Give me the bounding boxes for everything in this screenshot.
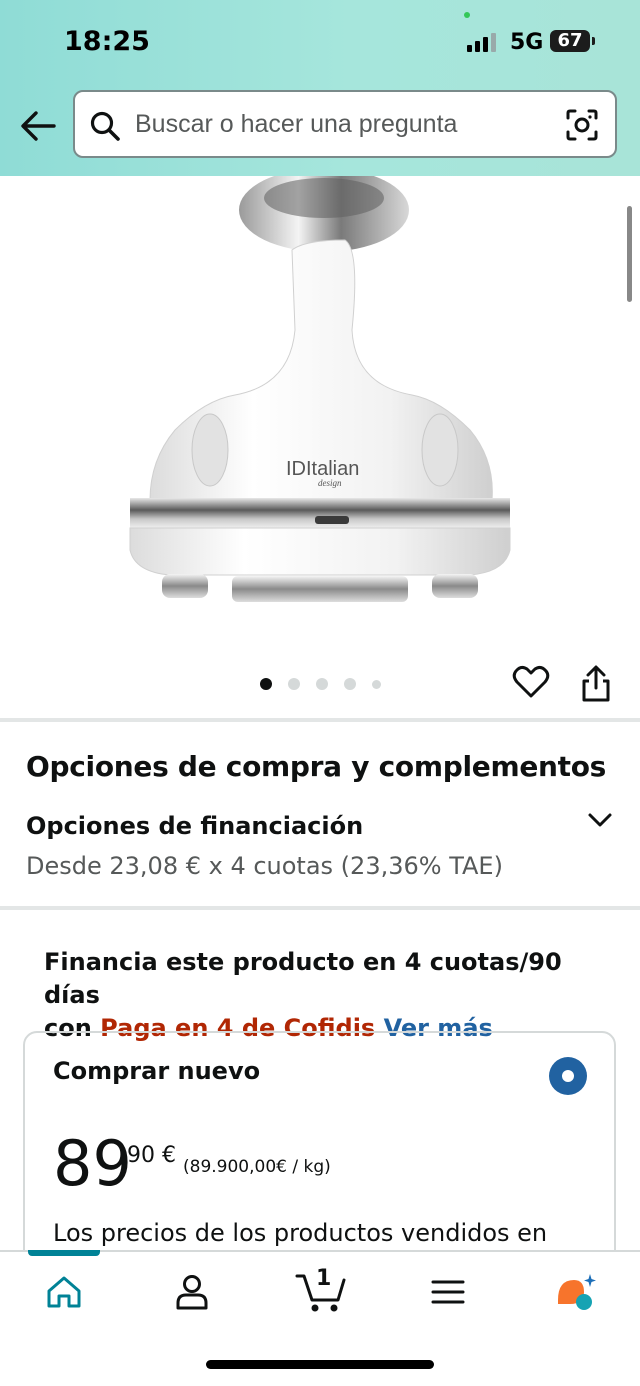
battery-icon: 67 [550, 30, 595, 52]
promo-text: Financia este producto en 4 cuotas/90 dí… [44, 948, 562, 1009]
network-type: 5G [510, 30, 544, 55]
status-time: 18:25 [64, 26, 150, 57]
divider [0, 906, 640, 910]
header: 18:25 5G 67 [0, 0, 640, 176]
financing-options-title[interactable]: Opciones de financiación [26, 812, 363, 840]
carousel-dot[interactable] [344, 678, 356, 690]
search-input[interactable] [135, 105, 555, 143]
menu-icon[interactable] [426, 1270, 470, 1314]
heart-icon[interactable] [512, 664, 550, 700]
purchase-options-title: Opciones de compra y complementos [26, 750, 607, 783]
carousel-dot[interactable] [260, 678, 272, 690]
carousel-dot[interactable] [316, 678, 328, 690]
search-icon [90, 111, 120, 141]
account-icon[interactable] [170, 1270, 214, 1314]
camera-search-icon[interactable] [565, 108, 599, 142]
buy-new-title: Comprar nuevo [53, 1057, 261, 1085]
product-image: IDItalian design [129, 176, 511, 602]
signal-icon [467, 33, 496, 52]
rufus-ai-icon[interactable] [554, 1270, 598, 1314]
price-per-unit: (89.900,00€ / kg) [183, 1157, 331, 1177]
svg-text:IDItalian: IDItalian [286, 458, 359, 480]
divider [0, 718, 640, 722]
cart-count: 1 [316, 1266, 332, 1291]
home-indicator [206, 1360, 434, 1369]
share-icon[interactable] [578, 664, 614, 704]
privacy-indicator-dot [464, 12, 470, 18]
price-notice: Los precios de los productos vendidos en [53, 1219, 548, 1247]
cart-button[interactable]: 1 [294, 1266, 348, 1316]
buy-new-radio[interactable] [549, 1057, 587, 1095]
active-tab-indicator [28, 1250, 100, 1256]
back-arrow-icon[interactable] [18, 108, 58, 144]
chevron-down-icon[interactable] [586, 810, 614, 830]
financing-options-subtitle: Desde 23,08 € x 4 cuotas (23,36% TAE) [26, 852, 503, 880]
carousel-dot[interactable] [288, 678, 300, 690]
svg-text:design: design [318, 478, 342, 488]
carousel-dots[interactable] [260, 678, 381, 690]
product-image-carousel[interactable]: IDItalian design [0, 176, 640, 716]
home-icon[interactable] [42, 1270, 86, 1314]
carousel-dot[interactable] [372, 679, 381, 689]
scrollbar[interactable] [627, 206, 632, 302]
price-whole: 89 [53, 1127, 132, 1200]
search-bar[interactable] [73, 90, 617, 158]
price-fraction: 90 € [127, 1143, 176, 1168]
